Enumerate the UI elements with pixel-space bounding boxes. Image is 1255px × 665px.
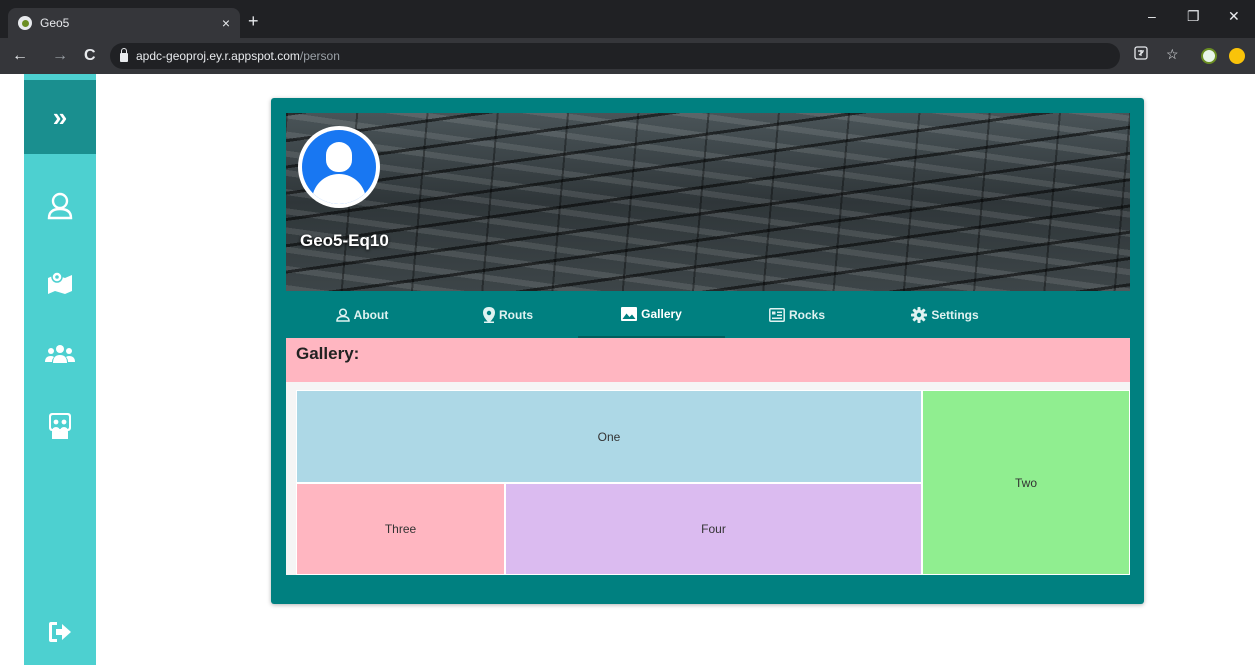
tab-routs-label: Routs <box>499 307 533 322</box>
reload-button[interactable]: C <box>84 47 96 65</box>
tab-gallery[interactable]: Gallery <box>578 291 725 338</box>
gallery-cell-one[interactable]: One <box>296 390 922 483</box>
gear-icon <box>911 306 928 323</box>
new-tab-button[interactable]: + <box>248 11 259 32</box>
tab-settings-label: Settings <box>931 307 979 322</box>
translate-icon[interactable] <box>1134 46 1148 63</box>
tab-rocks[interactable]: Rocks <box>762 291 832 338</box>
sidebar-item-logout[interactable] <box>24 610 96 654</box>
gallery-header: Gallery: <box>286 338 1130 382</box>
browser-tab[interactable]: Geo5 × <box>8 8 240 38</box>
tab-gallery-label: Gallery <box>641 306 682 321</box>
logout-icon <box>49 622 71 642</box>
lock-icon <box>120 48 128 62</box>
browser-toolbar: ← → C apdc-geoproj.ey.r.appspot.com/pers… <box>0 38 1255 74</box>
url-host: apdc-geoproj.ey.r.appspot.com <box>136 49 300 63</box>
restore-window-button[interactable]: ❐ <box>1187 8 1200 25</box>
avatar[interactable] <box>298 126 380 208</box>
gallery-cell-label: One <box>597 429 621 444</box>
tab-rocks-label: Rocks <box>788 307 826 322</box>
sidebar-item-chat[interactable] <box>24 404 96 448</box>
site-favicon-icon <box>18 16 32 30</box>
user-icon <box>47 192 73 220</box>
sidebar: » <box>24 74 96 665</box>
gallery-cell-label: Four <box>701 522 726 536</box>
close-window-button[interactable]: ✕ <box>1228 8 1240 25</box>
forward-button[interactable]: → <box>52 47 68 65</box>
close-tab-icon[interactable]: × <box>222 15 230 31</box>
map-pin-icon <box>483 306 495 323</box>
avatar-user-icon <box>302 130 376 204</box>
gallery-cell-label: Three <box>384 522 417 536</box>
profile-card: Geo5-Eq10 About Routs Gallery Rocks Sett… <box>271 98 1144 604</box>
sidebar-item-users[interactable] <box>24 332 96 376</box>
gallery-cell-two[interactable]: Two <box>922 390 1130 575</box>
tab-about[interactable]: About <box>326 291 398 338</box>
back-button[interactable]: ← <box>12 47 28 65</box>
image-icon <box>621 306 638 321</box>
gallery-grid: One Two Three Four <box>286 382 1130 575</box>
sidebar-toggle-button[interactable]: » <box>24 80 96 154</box>
cover-image: Geo5-Eq10 <box>286 113 1130 291</box>
list-icon <box>769 307 785 322</box>
users-icon <box>45 345 75 363</box>
minimize-window-button[interactable]: – <box>1148 8 1156 24</box>
profile-tabs: About Routs Gallery Rocks Settings <box>286 291 1130 338</box>
user-icon <box>335 307 350 322</box>
tab-routs[interactable]: Routs <box>472 291 544 338</box>
address-bar[interactable]: apdc-geoproj.ey.r.appspot.com/person <box>110 43 1120 69</box>
bookmark-star-icon[interactable]: ☆ <box>1166 46 1179 63</box>
map-marker-icon <box>48 271 72 294</box>
tab-settings[interactable]: Settings <box>904 291 986 338</box>
gallery-cell-label: Two <box>1014 475 1037 490</box>
gallery-cell-three[interactable]: Three <box>296 483 505 575</box>
sidebar-item-profile[interactable] <box>24 184 96 228</box>
extension-icon[interactable] <box>1201 48 1217 64</box>
browser-tab-title: Geo5 <box>40 16 70 30</box>
gallery-title: Gallery: <box>296 344 360 363</box>
browser-tabbar: Geo5 × + – ❐ ✕ <box>0 0 1255 38</box>
tab-about-label: About <box>353 307 389 322</box>
profile-avatar-icon[interactable] <box>1229 48 1245 64</box>
chat-group-icon <box>49 413 71 439</box>
url-path: /person <box>299 49 340 63</box>
profile-username: Geo5-Eq10 <box>300 231 389 250</box>
gallery-cell-four[interactable]: Four <box>505 483 922 575</box>
sidebar-item-map[interactable] <box>24 260 96 304</box>
